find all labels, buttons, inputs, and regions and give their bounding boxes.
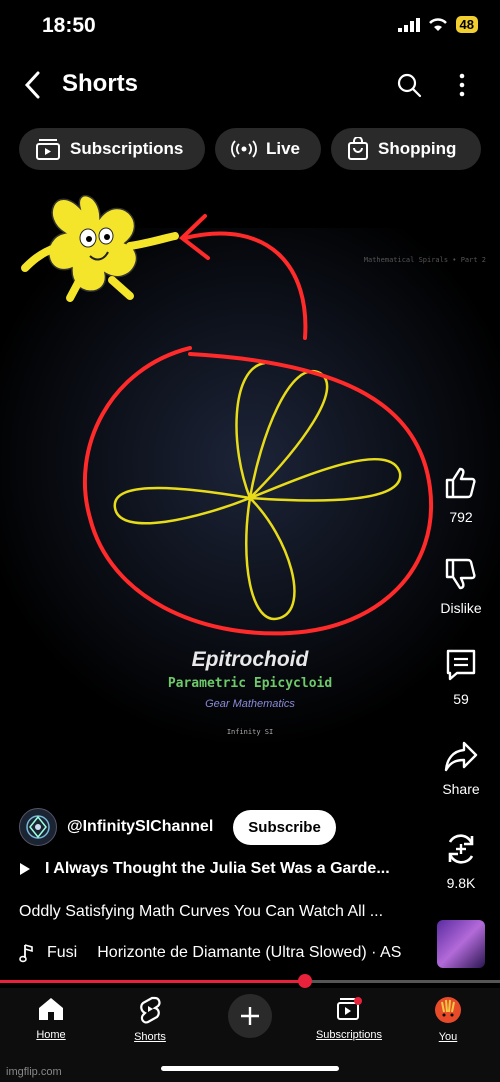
status-time: 18:50 [42, 14, 96, 37]
related-video-title: I Always Thought the Julia Set Was a Gar… [45, 860, 390, 877]
like-button[interactable]: 792 [431, 466, 491, 525]
dislike-button[interactable]: Dislike [431, 557, 491, 616]
chip-subscriptions[interactable]: Subscriptions [19, 128, 205, 170]
battery-indicator: 48 [455, 16, 478, 33]
chip-label: Shopping [378, 139, 457, 158]
home-icon [39, 998, 63, 1020]
video-progress-bar[interactable] [0, 974, 500, 988]
channel-name[interactable]: @InfinitySIChannel [67, 818, 213, 836]
related-video-link[interactable]: I Always Thought the Julia Set Was a Gar… [19, 860, 390, 878]
chip-label: Live [266, 139, 301, 158]
filter-chips: Subscriptions Live Shopping [19, 128, 481, 170]
channel-row: @InfinitySIChannel Subscribe [19, 808, 336, 846]
subscriptions-icon [337, 997, 362, 1020]
dislike-label: Dislike [440, 600, 482, 616]
imgflip-watermark: imgflip.com [6, 1066, 62, 1078]
subscribe-button[interactable]: Subscribe [233, 809, 336, 845]
music-row[interactable]: Fusi Horizonte de Diamante (Ultra Slowed… [19, 943, 425, 963]
thumbs-down-icon [445, 558, 476, 590]
plus-icon [241, 1007, 259, 1025]
progress-scrubber[interactable] [298, 974, 312, 988]
play-icon [20, 863, 30, 875]
channel-logo-icon [26, 815, 50, 839]
signal-icon [397, 17, 420, 32]
thumbs-up-icon [445, 467, 476, 499]
shopping-bag-icon [348, 137, 368, 160]
home-indicator [161, 1066, 339, 1071]
music-thumbnail[interactable] [437, 920, 485, 968]
music-prefix: Fusi [47, 944, 78, 961]
nav-shorts[interactable]: Shorts [110, 996, 190, 1043]
music-track: Horizonte de Diamante (Ultra Slowed) · A… [97, 944, 402, 961]
remix-icon [448, 834, 474, 864]
channel-avatar[interactable] [19, 808, 57, 846]
video-subtitle-text: Parametric Epicycloid [168, 676, 332, 691]
wifi-icon [428, 18, 447, 31]
nav-label: Home [36, 1029, 66, 1041]
chip-label: Subscriptions [70, 139, 184, 158]
comments-button[interactable]: 59 [431, 648, 491, 707]
video-series-watermark: Mathematical Spirals • Part 2 [364, 256, 486, 264]
chip-shopping[interactable]: Shopping [331, 128, 481, 170]
create-button[interactable] [228, 994, 272, 1038]
nav-label: You [438, 1031, 458, 1043]
video-title-text: Epitrochoid [192, 648, 310, 671]
more-options-icon[interactable] [458, 72, 466, 98]
profile-avatar-icon [435, 997, 461, 1023]
back-arrow-icon[interactable] [22, 70, 44, 100]
nav-home[interactable]: Home [11, 996, 91, 1041]
live-icon [231, 140, 257, 158]
nav-label: Shorts [134, 1031, 166, 1043]
page-title: Shorts [62, 70, 139, 97]
music-note-icon [19, 944, 33, 963]
video-description[interactable]: Oddly Satisfying Math Curves You Can Wat… [19, 903, 419, 921]
status-icons: 48 [397, 16, 478, 33]
like-count: 792 [449, 509, 473, 525]
share-arrow-icon [444, 741, 478, 772]
share-label: Share [442, 781, 480, 797]
comments-count: 59 [453, 691, 469, 707]
remix-count: 9.8K [446, 875, 476, 891]
progress-fill [0, 980, 305, 983]
nav-label: Subscriptions [315, 1029, 383, 1041]
chip-live[interactable]: Live [215, 128, 321, 170]
video-credit-text: Infinity SI [227, 728, 273, 736]
video-subtitle2-text: Gear Mathematics [205, 698, 295, 710]
nav-you[interactable]: You [408, 996, 488, 1043]
remix-button[interactable]: 9.8K [431, 832, 491, 891]
share-button[interactable]: Share [431, 740, 491, 797]
shorts-icon [140, 996, 161, 1024]
subscriptions-icon [36, 139, 60, 160]
search-icon[interactable] [396, 72, 422, 98]
comment-icon [446, 649, 476, 681]
nav-subscriptions[interactable]: Subscriptions [309, 996, 389, 1041]
